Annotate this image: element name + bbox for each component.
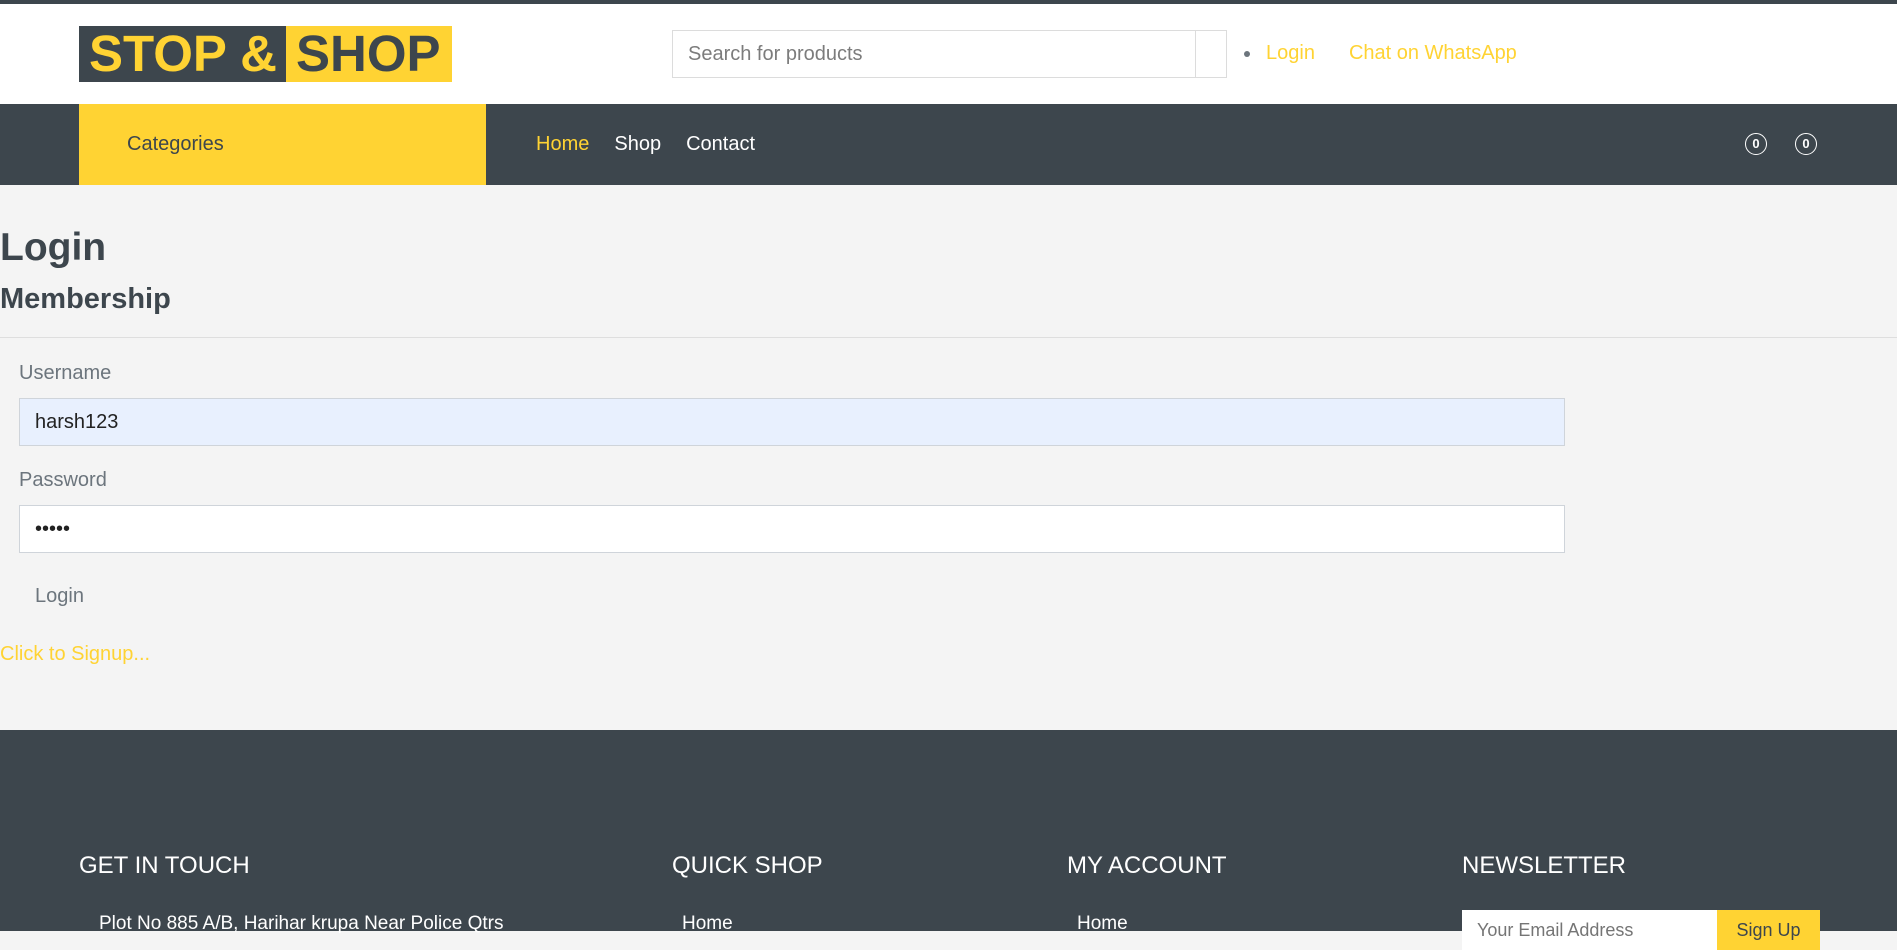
wishlist-count-badge[interactable]: 0: [1745, 133, 1767, 155]
footer-quick-shop-home-link[interactable]: Home: [682, 913, 733, 935]
signup-link[interactable]: Click to Signup...: [0, 643, 150, 666]
brand-logo-part-2: SHOP: [286, 26, 452, 82]
search-input[interactable]: [673, 31, 1195, 77]
nav-link-contact[interactable]: Contact: [686, 133, 755, 156]
search-bar: [672, 30, 1227, 78]
footer-heading-quick-shop: QUICK SHOP: [672, 852, 823, 879]
newsletter-signup-button[interactable]: Sign Up: [1717, 910, 1820, 950]
nav-links: Home Shop Contact: [536, 104, 780, 185]
brand-logo[interactable]: STOP & SHOP: [79, 26, 452, 82]
login-button[interactable]: Login: [19, 580, 100, 612]
site-footer: GET IN TOUCH Plot No 885 A/B, Harihar kr…: [0, 730, 1897, 950]
categories-button[interactable]: Categories: [79, 104, 486, 185]
login-link[interactable]: Login: [1266, 42, 1315, 65]
footer-address: Plot No 885 A/B, Harihar krupa Near Poli…: [99, 913, 504, 934]
footer-heading-newsletter: NEWSLETTER: [1462, 852, 1627, 879]
footer-heading-get-in-touch: GET IN TOUCH: [79, 852, 250, 879]
brand-logo-part-1: STOP &: [79, 26, 287, 82]
page-title: Login: [0, 226, 107, 269]
page-subtitle: Membership: [0, 283, 171, 315]
bullet-icon: [1244, 50, 1250, 57]
site-header: STOP & SHOP Login Chat on WhatsApp: [0, 4, 1897, 104]
username-label: Username: [19, 362, 112, 384]
search-button[interactable]: [1195, 31, 1226, 77]
newsletter-form: Sign Up: [1462, 910, 1820, 950]
newsletter-email-input[interactable]: [1462, 910, 1717, 950]
password-field[interactable]: [19, 505, 1565, 553]
nav-link-shop[interactable]: Shop: [614, 133, 661, 156]
main-navbar: Categories Home Shop Contact 0 0: [0, 104, 1897, 185]
footer-heading-my-account: MY ACCOUNT: [1067, 852, 1227, 879]
footer-my-account-home-link[interactable]: Home: [1077, 913, 1128, 935]
username-field[interactable]: [19, 398, 1565, 446]
nav-link-home[interactable]: Home: [536, 133, 589, 156]
whatsapp-link[interactable]: Chat on WhatsApp: [1349, 42, 1517, 65]
divider: [0, 337, 1897, 338]
header-links: Login Chat on WhatsApp: [1244, 42, 1551, 65]
password-label: Password: [19, 469, 107, 491]
cart-count-badge[interactable]: 0: [1795, 133, 1817, 155]
nav-badges: 0 0: [1745, 133, 1845, 155]
